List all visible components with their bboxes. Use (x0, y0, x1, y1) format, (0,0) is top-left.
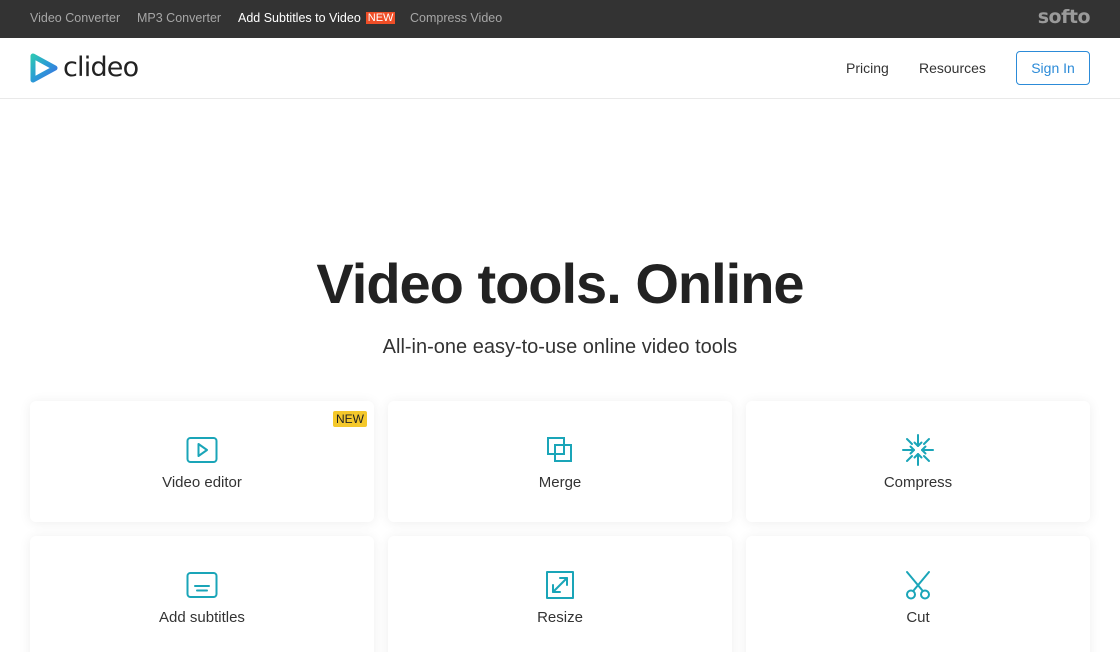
page-title: Video tools. Online (316, 252, 804, 315)
clideo-logo[interactable]: clideo (30, 52, 139, 84)
topbar-link-mp3-converter[interactable]: MP3 Converter (137, 11, 221, 25)
topbar-link-compress-video[interactable]: Compress Video (410, 11, 502, 25)
scissors-icon (906, 571, 930, 600)
logo-text: clideo (63, 52, 139, 83)
resize-icon (546, 571, 574, 599)
site-header: clideo Pricing Resources Sign In (0, 38, 1120, 99)
tool-card-label: Video editor (162, 474, 242, 491)
nav-pricing[interactable]: Pricing (846, 60, 889, 76)
play-icon (186, 437, 218, 463)
topbar-link-video-converter[interactable]: Video Converter (30, 11, 120, 25)
clideo-logo-icon (30, 53, 58, 83)
compress-icon (902, 434, 934, 466)
tool-card-video-editor[interactable]: Video editor NEW (30, 401, 374, 522)
tool-card-label: Add subtitles (159, 609, 245, 626)
tool-card-merge[interactable]: Merge (388, 401, 732, 522)
new-badge: NEW (333, 411, 367, 427)
sign-in-button[interactable]: Sign In (1016, 51, 1090, 85)
softo-logo[interactable]: softo (1038, 6, 1091, 28)
top-bar: Video Converter MP3 Converter Add Subtit… (0, 0, 1120, 38)
tool-card-resize[interactable]: Resize (388, 536, 732, 652)
tool-card-compress[interactable]: Compress (746, 401, 1090, 522)
topbar-link-add-subtitles-label: Add Subtitles to Video (238, 11, 361, 25)
tool-card-label: Resize (537, 609, 583, 626)
merge-icon (547, 437, 572, 462)
tool-card-label: Cut (906, 609, 930, 626)
subtitles-icon (186, 572, 218, 598)
new-tag: NEW (365, 12, 396, 24)
tool-card-label: Compress (883, 474, 953, 491)
topbar-link-add-subtitles[interactable]: Add Subtitles to Video NEW (238, 11, 396, 25)
tool-card-cut[interactable]: Cut (746, 536, 1090, 652)
tool-card-label: Merge (538, 474, 582, 491)
page-subtitle: All-in-one easy-to-use online video tool… (382, 336, 738, 358)
nav-resources[interactable]: Resources (919, 60, 986, 76)
tool-card-add-subtitles[interactable]: Add subtitles (30, 536, 374, 652)
